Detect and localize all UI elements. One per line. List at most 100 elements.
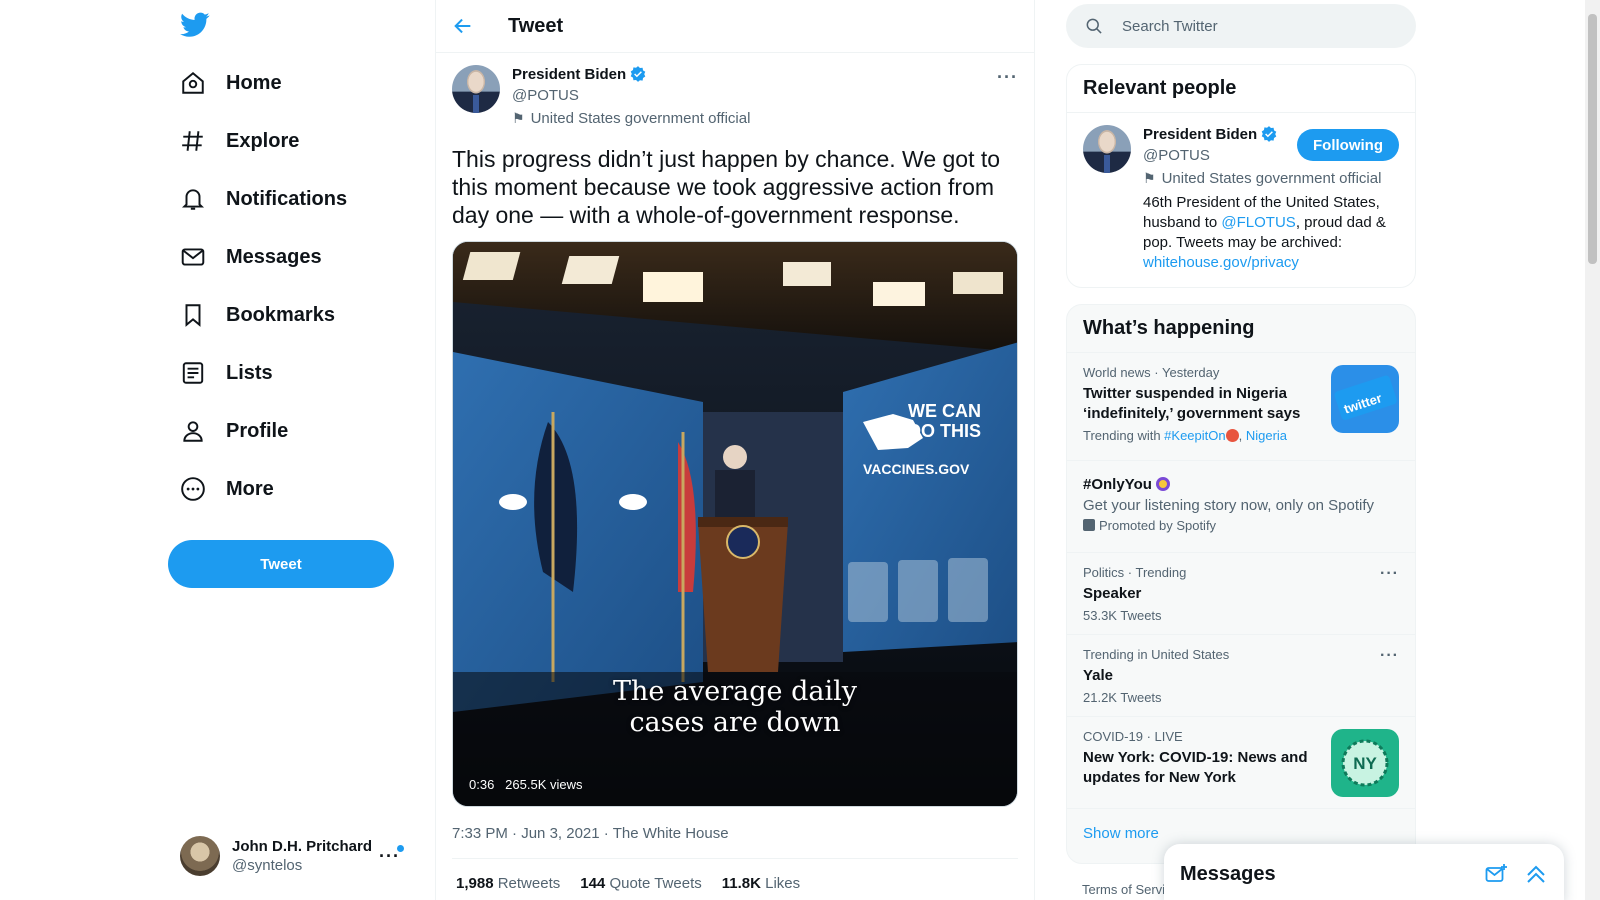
trend-item[interactable]: Politics · Trending Speaker 53.3K Tweets… xyxy=(1067,552,1415,634)
promoted-by: Promoted by Spotify xyxy=(1083,518,1399,533)
relevant-people-panel: Relevant people President Biden @POTUS ⚑… xyxy=(1066,64,1416,288)
account-switcher[interactable]: John D.H. Pritchard @syntelos ··· xyxy=(168,826,414,886)
terms-of-service-link[interactable]: Terms of Servi xyxy=(1082,882,1165,897)
back-arrow-icon[interactable] xyxy=(452,15,474,37)
chevrons-up-icon[interactable] xyxy=(1524,862,1548,886)
promoted-description: Get your listening story now, only on Sp… xyxy=(1083,497,1374,514)
main-column: Tweet President Biden @POTUS ⚑ United St… xyxy=(435,0,1035,900)
ny-thumb-text: NY xyxy=(1353,754,1377,773)
nav-bookmarks-label: Bookmarks xyxy=(226,303,335,326)
nav-notifications-label: Notifications xyxy=(226,187,348,210)
keepiton-link[interactable]: #KeepitOn xyxy=(1164,428,1225,443)
main-header: Tweet xyxy=(436,0,1034,53)
government-label: ⚑ United States government official xyxy=(512,110,750,127)
promoted-trend[interactable]: #OnlyYou Get your listening story now, o… xyxy=(1067,460,1415,552)
nav-profile-label: Profile xyxy=(226,419,289,442)
nav-explore[interactable]: Explore xyxy=(168,116,311,166)
nav-home-label: Home xyxy=(226,71,282,94)
author-name[interactable]: President Biden xyxy=(512,66,626,83)
tweet-time-text: 7:33 PM xyxy=(452,825,508,842)
nav-notifications[interactable]: Notifications xyxy=(168,174,359,224)
tweet-source[interactable]: The White House xyxy=(613,825,729,842)
relevant-person[interactable]: President Biden @POTUS ⚑ United States g… xyxy=(1067,112,1415,285)
likes-stat[interactable]: 11.8K Likes xyxy=(722,875,800,892)
trend-more-icon[interactable]: ··· xyxy=(1380,565,1399,583)
trend-item[interactable]: World news · Yesterday Twitter suspended… xyxy=(1067,352,1415,460)
search-icon xyxy=(1086,18,1102,34)
nav-bookmarks[interactable]: Bookmarks xyxy=(168,290,347,340)
twitter-logo-icon[interactable] xyxy=(180,12,210,38)
nav-home[interactable]: Home xyxy=(168,58,294,108)
trend-meta: Trending in United States xyxy=(1083,647,1230,662)
trend-item[interactable]: COVID-19 · LIVE New York: COVID-19: News… xyxy=(1067,716,1415,808)
video-duration: 0:36 xyxy=(469,777,495,792)
nav-explore-label: Explore xyxy=(226,129,300,152)
likes-count: 11.8K xyxy=(721,875,761,892)
privacy-link[interactable]: whitehouse.gov/privacy xyxy=(1143,254,1299,271)
following-button[interactable]: Following xyxy=(1297,129,1399,161)
tweet-date-text: Jun 3, 2021 xyxy=(521,825,600,842)
search-placeholder: Search Twitter xyxy=(1122,17,1218,35)
quote-tweets-stat[interactable]: 144 Quote Tweets xyxy=(580,875,701,892)
quotes-label: Quote Tweets xyxy=(609,875,702,892)
government-label-text: United States government official xyxy=(530,110,751,127)
ny-covid-thumb: NY xyxy=(1331,729,1399,797)
more-circle-icon xyxy=(181,477,205,501)
left-navigation: Home Explore Notifications Messages Book… xyxy=(168,0,426,900)
person-government-label: ⚑ United States government official xyxy=(1143,170,1399,187)
person-label-text: United States government official xyxy=(1161,170,1382,187)
tweet-stats: 1,988 Retweets 144 Quote Tweets 11.8K Li… xyxy=(452,859,1018,900)
video-caption-line1: The average daily xyxy=(612,676,858,707)
bell-icon xyxy=(181,189,205,210)
nav-messages[interactable]: Messages xyxy=(168,232,334,282)
tweet-button[interactable]: Tweet xyxy=(168,540,394,588)
list-icon xyxy=(182,362,204,384)
page-scrollbar[interactable] xyxy=(1585,0,1600,900)
person-avatar[interactable] xyxy=(1083,125,1131,173)
bookmark-icon xyxy=(185,304,201,327)
tweet-text: This progress didn’t just happen by chan… xyxy=(452,146,1001,228)
nav-profile[interactable]: Profile xyxy=(168,406,300,456)
flag-icon: ⚑ xyxy=(512,110,525,126)
flag-icon: ⚑ xyxy=(1143,170,1156,186)
relevant-people-title: Relevant people xyxy=(1083,77,1237,99)
nigeria-link[interactable]: Nigeria xyxy=(1246,428,1287,443)
new-message-icon[interactable] xyxy=(1484,862,1508,886)
hashtag-icon xyxy=(182,131,203,151)
banner-line1: WE CAN xyxy=(908,401,981,421)
author-handle[interactable]: @POTUS xyxy=(512,87,750,104)
verified-badge-icon xyxy=(1261,126,1277,142)
promoted-trend-title: #OnlyYou xyxy=(1083,475,1399,495)
scrollbar-thumb[interactable] xyxy=(1588,14,1597,264)
retweets-stat[interactable]: 1,988 Retweets xyxy=(456,875,560,892)
trend-title: New York: COVID-19: News and updates for… xyxy=(1083,749,1308,786)
nav-more[interactable]: More xyxy=(168,464,286,514)
account-avatar xyxy=(180,836,220,876)
video-views: 265.5K views xyxy=(505,777,583,792)
person-icon xyxy=(183,421,203,442)
account-handle: @syntelos xyxy=(232,857,303,874)
trend-more-icon[interactable]: ··· xyxy=(1380,647,1399,665)
onlyyou-emoji-icon xyxy=(1156,477,1171,491)
messages-drawer[interactable]: Messages xyxy=(1164,844,1564,900)
twitter-thumb: twitter xyxy=(1331,365,1399,433)
trend-meta: Politics · Trending xyxy=(1083,565,1187,580)
tweet-more-icon[interactable]: ··· xyxy=(997,67,1018,88)
retweets-label: Retweets xyxy=(497,875,561,892)
home-icon xyxy=(182,71,204,94)
tweet-video[interactable]: WE CAN DO THIS VACCINES.GOV The average … xyxy=(452,241,1018,807)
flotus-mention-link[interactable]: @FLOTUS xyxy=(1221,214,1295,231)
trend-title: Speaker xyxy=(1083,585,1142,602)
trend-tweet-count: 53.3K Tweets xyxy=(1083,608,1162,623)
search-input[interactable]: Search Twitter xyxy=(1066,4,1416,48)
author-avatar[interactable] xyxy=(452,65,500,113)
person-name[interactable]: President Biden xyxy=(1143,126,1257,143)
trend-item[interactable]: Trending in United States Yale 21.2K Twe… xyxy=(1067,634,1415,716)
promoted-by-text: Promoted by Spotify xyxy=(1099,518,1217,533)
tweet-time[interactable]: 7:33 PM · Jun 3, 2021 xyxy=(452,825,600,842)
whats-happening-title: What’s happening xyxy=(1083,317,1255,339)
banner-line3: VACCINES.GOV xyxy=(863,461,970,477)
quotes-count: 144 xyxy=(580,875,606,892)
keepiton-emoji-icon xyxy=(1225,429,1239,442)
nav-lists[interactable]: Lists xyxy=(168,348,285,398)
